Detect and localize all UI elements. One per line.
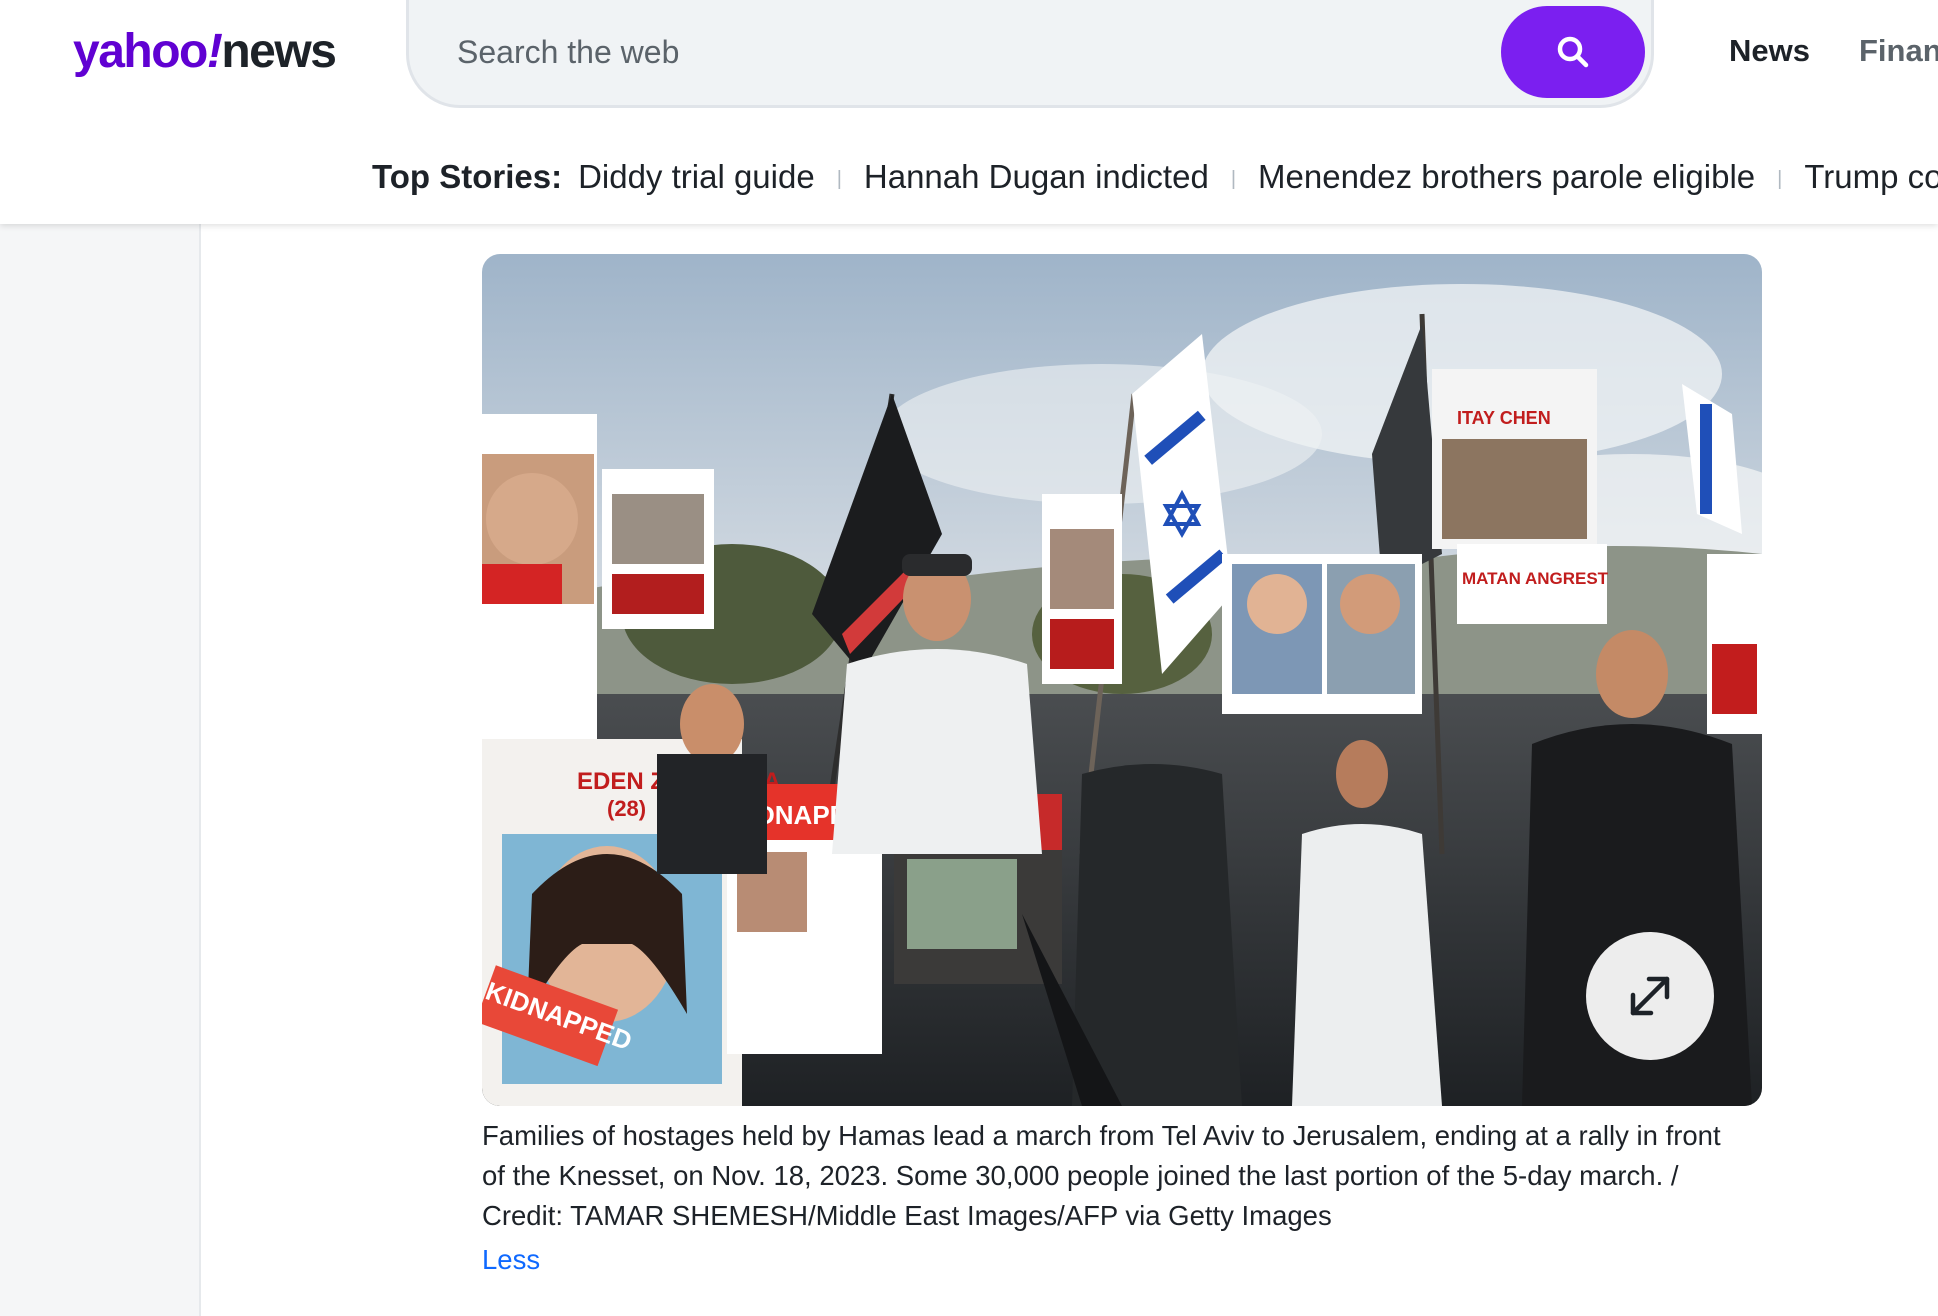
logo-section: news — [221, 25, 337, 78]
expand-photo-button[interactable] — [1586, 932, 1714, 1060]
search-bar — [406, 0, 1654, 108]
nav-finance[interactable]: Finan — [1859, 30, 1938, 72]
separator: | — [836, 167, 842, 190]
poster-eden-age: (28) — [607, 796, 646, 821]
top-stories-bar: Top Stories: Diddy trial guide | Hannah … — [372, 152, 1938, 202]
left-rail — [0, 224, 199, 1316]
article-photo[interactable]: EDEN ZECHARYA (28) KIDNAPPED KIDNAPPED I… — [482, 254, 1762, 1106]
nav-news[interactable]: News — [1729, 30, 1810, 72]
top-stories-label: Top Stories: — [372, 158, 563, 195]
search-input[interactable] — [457, 20, 1457, 84]
site-header: yahoo!news News Finan Top Stories: Diddy… — [0, 0, 1938, 224]
separator: | — [1777, 167, 1783, 190]
top-story-link[interactable]: Menendez brothers parole eligible — [1258, 158, 1755, 196]
logo-bang: ! — [206, 25, 223, 78]
yahoo-news-logo[interactable]: yahoo!news — [73, 22, 337, 82]
search-button[interactable] — [1501, 6, 1645, 98]
top-story-link[interactable]: Trump corrupt — [1804, 158, 1938, 196]
top-story-link[interactable]: Hannah Dugan indicted — [864, 158, 1209, 196]
poster-matan: MATAN ANGREST — [1462, 569, 1609, 588]
logo-brand: yahoo — [73, 25, 208, 78]
less-link[interactable]: Less — [482, 1244, 540, 1276]
photo-caption: Families of hostages held by Hamas lead … — [482, 1120, 1721, 1231]
search-icon — [1557, 36, 1589, 68]
protest-march-photo: EDEN ZECHARYA (28) KIDNAPPED KIDNAPPED I… — [482, 254, 1762, 1106]
expand-icon — [1630, 976, 1670, 1016]
top-story-link[interactable]: Diddy trial guide — [578, 158, 815, 196]
separator: | — [1230, 167, 1237, 190]
poster-itay: ITAY CHEN — [1457, 408, 1551, 428]
